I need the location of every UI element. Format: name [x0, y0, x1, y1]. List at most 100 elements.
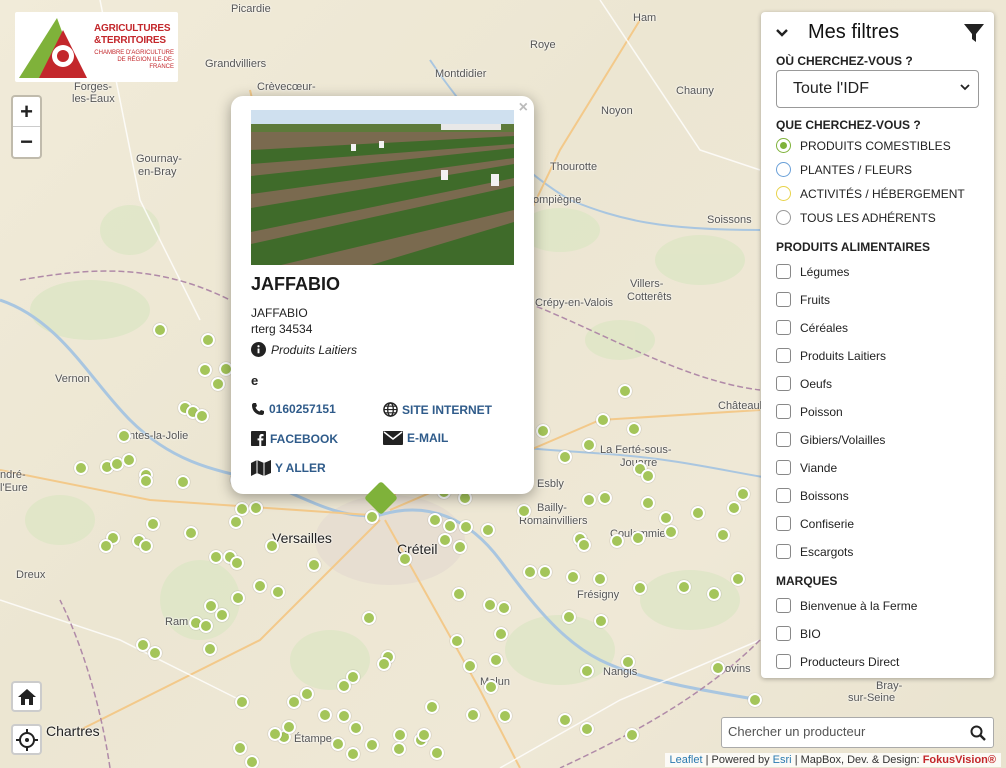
producer-marker[interactable]: [430, 746, 444, 760]
checkbox[interactable]: [776, 404, 791, 419]
producer-marker[interactable]: [736, 487, 750, 501]
producer-marker[interactable]: [337, 709, 351, 723]
producer-marker[interactable]: [268, 727, 282, 741]
what-option[interactable]: ACTIVITÉS / HÉBERGEMENT: [776, 186, 965, 201]
checkbox[interactable]: [776, 460, 791, 475]
producer-marker[interactable]: [483, 598, 497, 612]
food-filter[interactable]: Viande: [776, 460, 837, 475]
producer-marker[interactable]: [484, 680, 498, 694]
producer-marker[interactable]: [598, 491, 612, 505]
facebook-link[interactable]: FACEBOOK: [251, 431, 338, 446]
producer-marker[interactable]: [677, 580, 691, 594]
producer-marker[interactable]: [287, 695, 301, 709]
producer-marker[interactable]: [466, 708, 480, 722]
producer-marker[interactable]: [74, 461, 88, 475]
producer-marker[interactable]: [377, 657, 391, 671]
producer-marker[interactable]: [727, 501, 741, 515]
producer-marker[interactable]: [148, 646, 162, 660]
checkbox[interactable]: [776, 432, 791, 447]
checkbox[interactable]: [776, 544, 791, 559]
producer-marker[interactable]: [398, 552, 412, 566]
checkbox[interactable]: [776, 264, 791, 279]
checkbox[interactable]: [776, 292, 791, 307]
producer-marker[interactable]: [517, 504, 531, 518]
producer-marker[interactable]: [558, 450, 572, 464]
filter-icon[interactable]: [964, 23, 984, 43]
producer-marker[interactable]: [633, 581, 647, 595]
producer-marker[interactable]: [318, 708, 332, 722]
producer-marker[interactable]: [417, 728, 431, 742]
producer-marker[interactable]: [452, 587, 466, 601]
producer-marker[interactable]: [184, 526, 198, 540]
producer-marker[interactable]: [731, 572, 745, 586]
producer-marker[interactable]: [580, 722, 594, 736]
producer-marker[interactable]: [231, 591, 245, 605]
leaflet-link[interactable]: Leaflet: [670, 754, 703, 766]
food-filter[interactable]: Céréales: [776, 320, 848, 335]
food-filter[interactable]: Oeufs: [776, 376, 832, 391]
producer-marker[interactable]: [122, 453, 136, 467]
what-option[interactable]: TOUS LES ADHÉRENTS: [776, 210, 936, 225]
producer-marker[interactable]: [307, 558, 321, 572]
producer-marker[interactable]: [453, 540, 467, 554]
producer-marker[interactable]: [481, 523, 495, 537]
brand-filter[interactable]: Bienvenue à la Ferme: [776, 598, 917, 613]
producer-marker[interactable]: [631, 531, 645, 545]
producer-marker[interactable]: [621, 655, 635, 669]
food-filter[interactable]: Boissons: [776, 488, 849, 503]
producer-marker[interactable]: [199, 619, 213, 633]
checkbox[interactable]: [776, 320, 791, 335]
producer-marker[interactable]: [99, 539, 113, 553]
zoom-in-button[interactable]: +: [13, 97, 40, 127]
radio-button[interactable]: [776, 138, 791, 153]
producer-marker[interactable]: [245, 755, 259, 768]
producer-marker[interactable]: [618, 384, 632, 398]
region-select[interactable]: Toute l'IDF: [776, 70, 979, 108]
producer-marker[interactable]: [625, 728, 639, 742]
producer-marker[interactable]: [523, 565, 537, 579]
producer-marker[interactable]: [195, 409, 209, 423]
producer-marker[interactable]: [577, 538, 591, 552]
producer-marker[interactable]: [582, 438, 596, 452]
search-icon[interactable]: [970, 725, 986, 741]
producer-marker[interactable]: [211, 377, 225, 391]
producer-marker[interactable]: [538, 565, 552, 579]
producer-marker[interactable]: [536, 424, 550, 438]
producer-marker[interactable]: [229, 515, 243, 529]
checkbox[interactable]: [776, 654, 791, 669]
brand-logo[interactable]: AGRICULTURES &TERRITOIRES CHAMBRE D'AGRI…: [15, 12, 178, 82]
producer-marker[interactable]: [117, 429, 131, 443]
directions-link[interactable]: Y ALLER: [251, 460, 326, 476]
producer-marker[interactable]: [494, 627, 508, 641]
what-option[interactable]: PLANTES / FLEURS: [776, 162, 912, 177]
producer-marker[interactable]: [176, 475, 190, 489]
producer-marker[interactable]: [235, 695, 249, 709]
producer-marker[interactable]: [230, 556, 244, 570]
checkbox[interactable]: [776, 488, 791, 503]
brand-filter[interactable]: BIO: [776, 626, 821, 641]
producer-marker[interactable]: [566, 570, 580, 584]
checkbox[interactable]: [776, 626, 791, 641]
checkbox[interactable]: [776, 348, 791, 363]
producer-marker[interactable]: [139, 539, 153, 553]
producer-marker[interactable]: [365, 510, 379, 524]
producer-marker[interactable]: [580, 664, 594, 678]
food-filter[interactable]: Confiserie: [776, 516, 854, 531]
producer-marker[interactable]: [331, 737, 345, 751]
producer-marker[interactable]: [282, 720, 296, 734]
popup-close-button[interactable]: ×: [519, 99, 528, 117]
producer-marker[interactable]: [271, 585, 285, 599]
food-filter[interactable]: Fruits: [776, 292, 830, 307]
radio-button[interactable]: [776, 210, 791, 225]
radio-button[interactable]: [776, 162, 791, 177]
search-input[interactable]: [728, 724, 958, 739]
home-button[interactable]: [11, 681, 42, 712]
producer-marker[interactable]: [337, 679, 351, 693]
producer-marker[interactable]: [610, 534, 624, 548]
producer-marker[interactable]: [596, 413, 610, 427]
producer-marker[interactable]: [198, 363, 212, 377]
producer-marker[interactable]: [711, 661, 725, 675]
producer-marker[interactable]: [497, 601, 511, 615]
producer-marker[interactable]: [627, 422, 641, 436]
producer-marker[interactable]: [392, 742, 406, 756]
